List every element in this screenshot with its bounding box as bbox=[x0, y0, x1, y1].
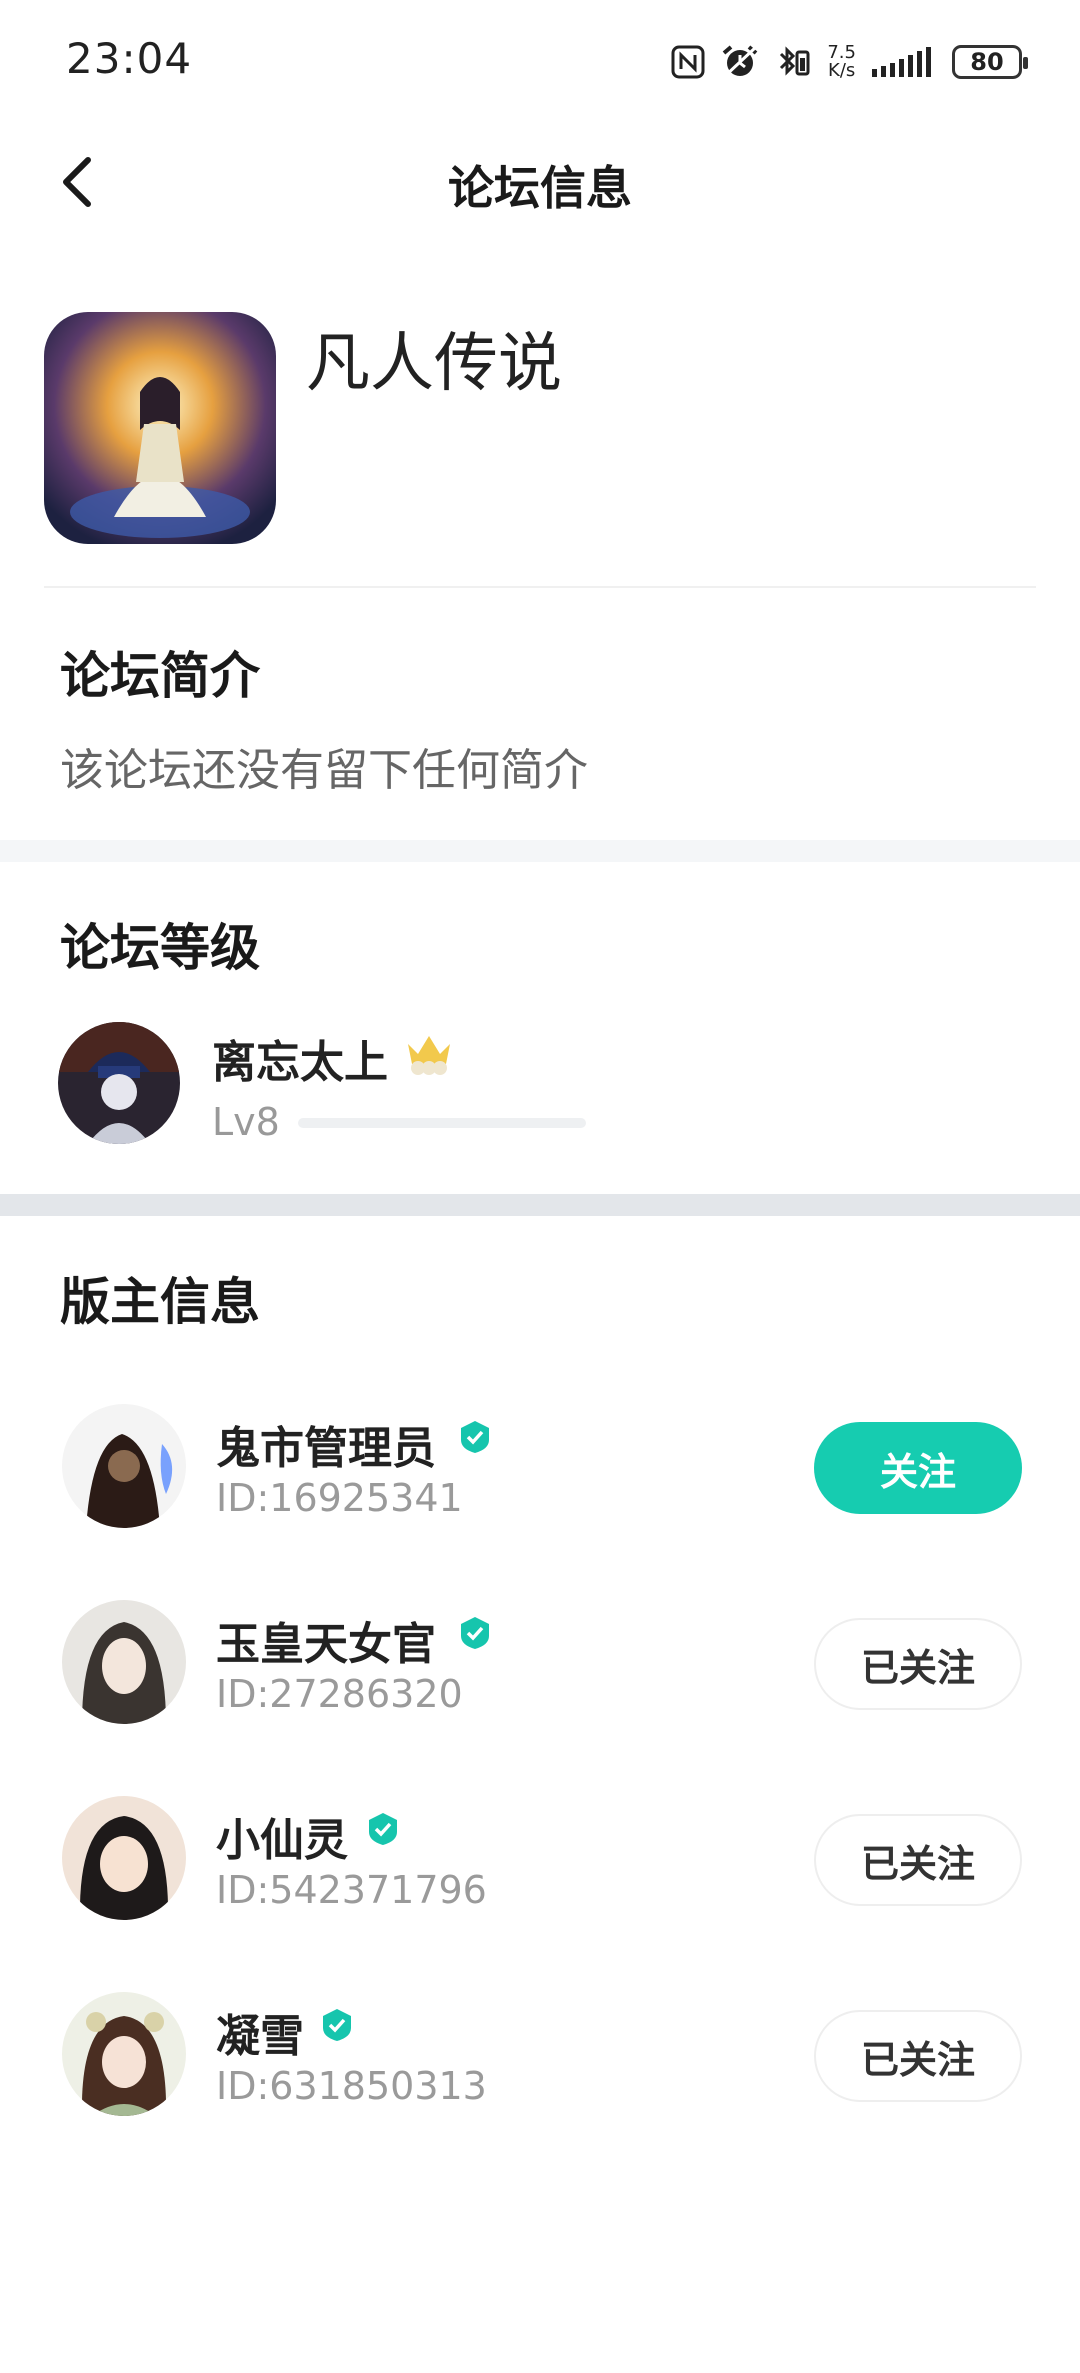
moderator-id: ID:16925341 bbox=[216, 1476, 463, 1520]
moderator-avatar[interactable] bbox=[62, 1796, 186, 1920]
speed-unit: K/s bbox=[828, 60, 856, 81]
section-separator bbox=[0, 1194, 1080, 1216]
page-title: 论坛信息 bbox=[448, 161, 632, 215]
level-user-avatar[interactable] bbox=[58, 1022, 180, 1144]
verified-icon bbox=[461, 1617, 489, 1649]
moderators-section-title: 版主信息 bbox=[60, 1273, 260, 1331]
moderator-name: 玉皇天女官 bbox=[216, 1619, 436, 1670]
nfc-icon bbox=[671, 45, 705, 79]
section-separator bbox=[0, 840, 1080, 862]
follow-button[interactable]: 关注 bbox=[814, 1422, 1022, 1514]
status-icons: 7.5 K/s 80 bbox=[671, 40, 1028, 84]
moderator-avatar[interactable] bbox=[62, 1992, 186, 2116]
moderator-id: ID:27286320 bbox=[216, 1672, 463, 1716]
forum-name: 凡人传说 bbox=[306, 327, 562, 401]
verified-icon bbox=[461, 1421, 489, 1453]
alarm-icon bbox=[723, 45, 758, 79]
moderator-name: 小仙灵 bbox=[216, 1815, 348, 1866]
moderator-row: 玉皇天女官 ID:27286320 已关注 bbox=[0, 1568, 1080, 1758]
divider bbox=[44, 586, 1036, 588]
moderator-row: 凝雪 ID:631850313 已关注 bbox=[0, 1960, 1080, 2150]
verified-icon bbox=[369, 1813, 397, 1845]
moderator-row: 小仙灵 ID:542371796 已关注 bbox=[0, 1764, 1080, 1954]
level-progress-bar bbox=[298, 1118, 586, 1128]
level-section-title: 论坛等级 bbox=[60, 919, 260, 977]
network-speed: 7.5 K/s bbox=[827, 44, 856, 80]
status-time: 23:04 bbox=[66, 34, 193, 83]
moderator-avatar[interactable] bbox=[62, 1404, 186, 1528]
signal-icon bbox=[872, 47, 931, 77]
intro-text: 该论坛还没有留下任何简介 bbox=[60, 745, 588, 796]
battery-level: 80 bbox=[970, 48, 1004, 76]
level-user-name: 离忘太上 bbox=[212, 1037, 388, 1088]
followed-button[interactable]: 已关注 bbox=[814, 1618, 1022, 1710]
moderator-name: 鬼市管理员 bbox=[216, 1423, 436, 1474]
followed-button[interactable]: 已关注 bbox=[814, 1814, 1022, 1906]
verified-icon bbox=[323, 2009, 351, 2041]
moderator-row: 鬼市管理员 ID:16925341 关注 bbox=[0, 1372, 1080, 1562]
crown-icon bbox=[408, 1036, 450, 1075]
moderator-name: 凝雪 bbox=[216, 2011, 304, 2062]
moderator-id: ID:542371796 bbox=[216, 1868, 487, 1912]
bluetooth-icon bbox=[780, 46, 810, 76]
battery-icon: 80 bbox=[952, 45, 1028, 79]
level-label: Lv8 bbox=[212, 1100, 280, 1144]
forum-icon bbox=[44, 312, 276, 544]
moderator-avatar[interactable] bbox=[62, 1600, 186, 1724]
moderator-id: ID:631850313 bbox=[216, 2064, 487, 2108]
intro-section-title: 论坛简介 bbox=[60, 647, 260, 705]
followed-button[interactable]: 已关注 bbox=[814, 2010, 1022, 2102]
